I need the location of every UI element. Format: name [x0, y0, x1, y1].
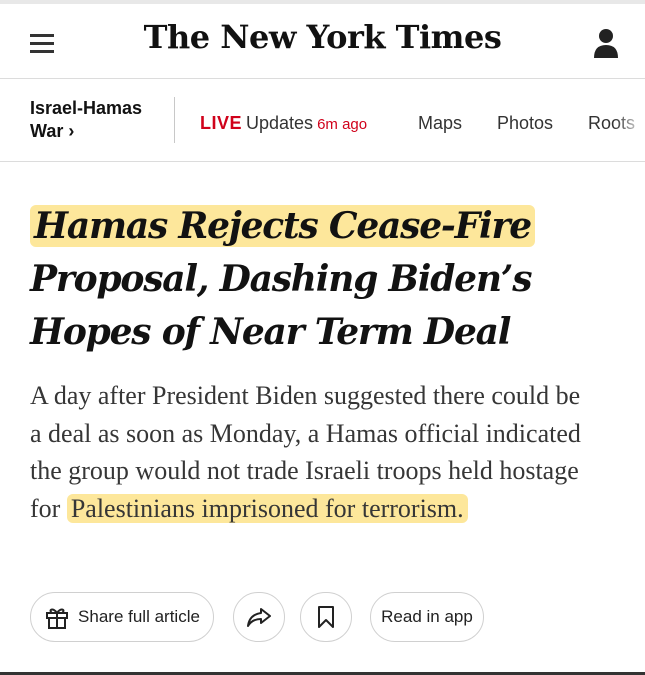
read-in-app-label: Read in app	[381, 607, 473, 626]
section-link-line2: War ›	[30, 121, 75, 141]
headline-highlight: Hamas Rejects Cease-Fire	[30, 205, 535, 247]
live-updates-label: Updates	[246, 113, 314, 133]
headline-rest: Proposal, Dashing Biden’s Hopes of Near …	[30, 258, 532, 353]
share-full-article-button[interactable]: Share full article	[30, 592, 214, 642]
share-button[interactable]	[233, 592, 285, 642]
section-nav: Israel-Hamas War › LIVE Updates 6m ago Map…	[0, 79, 645, 162]
site-logo[interactable]: The New York Times	[0, 18, 645, 56]
article-summary: A day after President Biden suggested th…	[30, 377, 590, 527]
read-in-app-button[interactable]: Read in app	[370, 592, 484, 642]
save-bookmark-button[interactable]	[300, 592, 352, 642]
live-updated-time: 6m ago	[317, 116, 368, 133]
site-header: The New York Times	[0, 4, 645, 79]
nav-item-maps[interactable]: Maps	[418, 113, 462, 134]
user-account-icon[interactable]	[593, 28, 619, 60]
nav-item-photos[interactable]: Photos	[497, 113, 553, 134]
share-full-article-label: Share full article	[78, 607, 200, 626]
live-updates-link[interactable]: LIVE Updates 6m ago	[200, 113, 367, 134]
section-link-israel-hamas-war[interactable]: Israel-Hamas War ›	[30, 97, 142, 143]
nav-scroll-fade	[615, 79, 645, 159]
bookmark-icon	[317, 605, 335, 629]
article-headline: Hamas Rejects Cease-Fire Proposal, Dashi…	[30, 200, 620, 359]
nav-divider	[174, 97, 175, 143]
summary-highlight: Palestinians imprisoned for terrorism.	[66, 493, 468, 523]
section-link-line1: Israel-Hamas	[30, 98, 143, 118]
live-badge: LIVE	[200, 113, 243, 133]
share-arrow-icon	[246, 606, 272, 628]
gift-icon	[44, 604, 70, 630]
